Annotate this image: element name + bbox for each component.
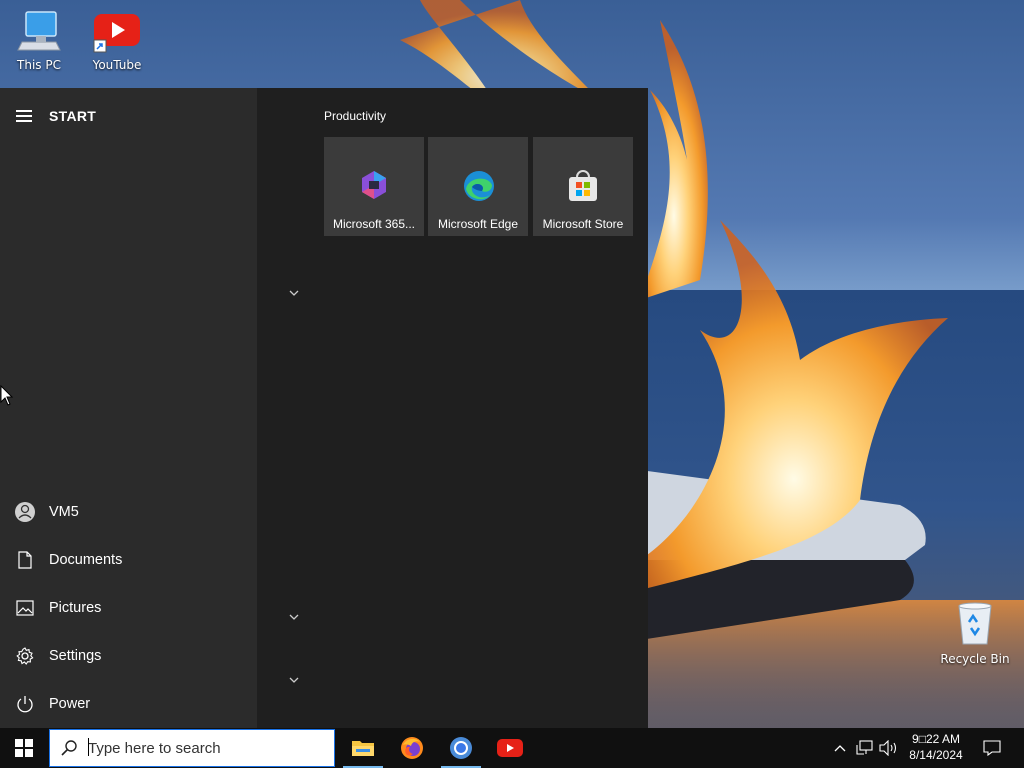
chrome-icon <box>450 737 472 759</box>
start-item-label: Pictures <box>49 600 102 616</box>
windows-logo-icon <box>15 739 33 757</box>
power-icon <box>16 696 33 713</box>
tile-label: Microsoft Store <box>542 217 624 231</box>
youtube-icon <box>497 739 523 757</box>
mouse-cursor-icon <box>0 385 14 406</box>
pictures-icon <box>15 600 34 616</box>
desktop-icon-recycle-bin[interactable]: Recycle Bin <box>937 600 1013 666</box>
taskbar-app-youtube[interactable] <box>486 728 534 768</box>
chevron-down-icon[interactable] <box>287 675 301 685</box>
taskbar: 9□22 AM 8/14/2024 <box>0 728 1024 768</box>
taskbar-app-chrome[interactable] <box>437 728 485 768</box>
firefox-icon <box>401 737 423 759</box>
tile-microsoft-edge[interactable]: Microsoft Edge <box>428 137 528 236</box>
text-caret <box>88 738 89 756</box>
start-item-pictures[interactable]: Pictures <box>0 588 257 628</box>
start-item-settings[interactable]: Settings <box>0 636 257 676</box>
microsoft-365-icon <box>362 171 386 199</box>
start-item-label: Power <box>49 696 91 712</box>
start-item-power[interactable]: Power <box>0 684 257 724</box>
tray-volume[interactable] <box>877 728 901 768</box>
action-center-button[interactable] <box>978 728 1006 768</box>
desktop-icon-youtube[interactable]: YouTube <box>79 10 155 72</box>
recycle-bin-icon <box>958 602 992 645</box>
desktop-icon-label: Recycle Bin <box>940 652 1010 666</box>
desktop-icon-label: YouTube <box>92 58 142 72</box>
start-item-label: Documents <box>49 552 123 568</box>
edge-icon <box>464 171 494 201</box>
this-pc-icon <box>17 11 61 51</box>
start-menu-header: START <box>0 104 257 128</box>
youtube-icon <box>93 14 140 53</box>
hamburger-menu-icon[interactable] <box>0 104 49 128</box>
start-menu-left-pane: START VM5 Documents Pictures Settings Po… <box>0 88 257 728</box>
desktop-icon-label: This PC <box>17 58 61 72</box>
tray-show-hidden[interactable] <box>830 728 850 768</box>
start-item-user[interactable]: VM5 <box>0 492 257 532</box>
tile-microsoft-store[interactable]: Microsoft Store <box>533 137 633 236</box>
start-button[interactable] <box>0 728 48 768</box>
notification-icon <box>983 740 1001 756</box>
search-input[interactable] <box>88 739 318 757</box>
chevron-down-icon[interactable] <box>287 288 301 298</box>
start-menu: START VM5 Documents Pictures Settings Po… <box>0 88 648 728</box>
start-item-label: VM5 <box>49 504 79 520</box>
start-item-label: Settings <box>49 648 102 664</box>
chevron-down-icon[interactable] <box>287 612 301 622</box>
file-explorer-icon <box>352 741 374 756</box>
tile-label: Microsoft Edge <box>437 217 519 231</box>
taskbar-search-box[interactable] <box>49 729 335 767</box>
start-item-documents[interactable]: Documents <box>0 540 257 580</box>
tile-label: Microsoft 365... <box>332 217 416 231</box>
tile-group-title[interactable]: Productivity <box>324 109 386 123</box>
taskbar-app-file-explorer[interactable] <box>339 728 387 768</box>
tile-microsoft-365[interactable]: Microsoft 365... <box>324 137 424 236</box>
search-icon <box>61 740 77 756</box>
desktop-icon-this-pc[interactable]: This PC <box>1 10 77 72</box>
document-icon <box>17 551 32 569</box>
tray-network[interactable] <box>853 728 877 768</box>
taskbar-clock[interactable]: 9□22 AM 8/14/2024 <box>904 731 968 763</box>
chevron-up-icon <box>834 745 846 752</box>
taskbar-app-firefox[interactable] <box>388 728 436 768</box>
network-icon <box>856 740 873 755</box>
volume-icon <box>879 740 897 756</box>
start-menu-title: START <box>49 108 97 124</box>
user-avatar-icon <box>14 502 35 522</box>
store-icon <box>569 170 597 201</box>
clock-date: 8/14/2024 <box>909 748 963 762</box>
clock-time: 9□22 AM <box>912 732 960 746</box>
gear-icon <box>15 647 33 665</box>
